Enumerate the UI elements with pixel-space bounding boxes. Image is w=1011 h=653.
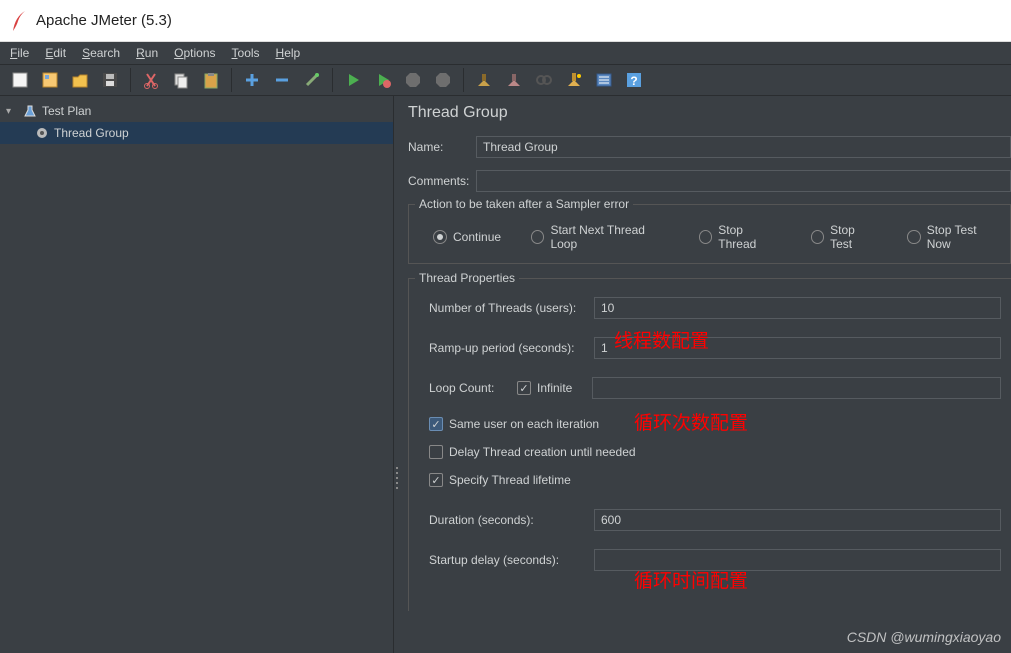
loop-input[interactable] bbox=[592, 377, 1001, 399]
toolbar: ? bbox=[0, 64, 1011, 96]
startup-delay-label: Startup delay (seconds): bbox=[429, 553, 594, 567]
window-title: Apache JMeter (5.3) bbox=[36, 12, 172, 29]
thread-props-fieldset: Thread Properties Number of Threads (use… bbox=[408, 278, 1011, 611]
function-helper-icon[interactable] bbox=[590, 66, 618, 94]
radio-stop-thread[interactable]: Stop Thread bbox=[699, 223, 781, 251]
shutdown-icon[interactable] bbox=[429, 66, 457, 94]
comments-label: Comments: bbox=[408, 174, 476, 188]
sampler-error-legend: Action to be taken after a Sampler error bbox=[415, 197, 633, 211]
thread-props-legend: Thread Properties bbox=[415, 271, 519, 285]
tree-root[interactable]: ▾ Test Plan bbox=[0, 100, 393, 122]
sameuser-checkbox[interactable] bbox=[429, 417, 443, 431]
search-icon[interactable] bbox=[530, 66, 558, 94]
toggle-icon[interactable] bbox=[298, 66, 326, 94]
stop-icon[interactable] bbox=[399, 66, 427, 94]
annotation-threads: 线程数配置 bbox=[614, 326, 709, 353]
jmeter-icon bbox=[10, 9, 28, 33]
rampup-label: Ramp-up period (seconds): bbox=[429, 341, 594, 355]
annotation-duration: 循环时间配置 bbox=[634, 566, 748, 593]
panel-title: Thread Group bbox=[408, 104, 1011, 122]
start-no-timers-icon[interactable] bbox=[369, 66, 397, 94]
copy-icon[interactable] bbox=[167, 66, 195, 94]
app-body: File Edit Search Run Options Tools Help … bbox=[0, 42, 1011, 653]
new-icon[interactable] bbox=[6, 66, 34, 94]
name-input[interactable] bbox=[476, 136, 1011, 158]
infinite-label: Infinite bbox=[537, 381, 572, 395]
help-icon[interactable]: ? bbox=[620, 66, 648, 94]
sameuser-label: Same user on each iteration bbox=[449, 417, 599, 431]
tree-child-label: Thread Group bbox=[54, 126, 129, 140]
radio-continue[interactable]: Continue bbox=[433, 223, 501, 251]
sampler-error-fieldset: Action to be taken after a Sampler error… bbox=[408, 204, 1011, 264]
flask-icon bbox=[22, 103, 38, 119]
menu-search[interactable]: Search bbox=[76, 44, 126, 62]
lifetime-label: Specify Thread lifetime bbox=[449, 473, 571, 487]
reset-search-icon[interactable] bbox=[560, 66, 588, 94]
menu-file[interactable]: File bbox=[4, 44, 35, 62]
save-icon[interactable] bbox=[96, 66, 124, 94]
config-panel: Thread Group Name: Comments: Action to b… bbox=[394, 96, 1011, 653]
paste-icon[interactable] bbox=[197, 66, 225, 94]
cut-icon[interactable] bbox=[137, 66, 165, 94]
duration-label: Duration (seconds): bbox=[429, 513, 594, 527]
start-icon[interactable] bbox=[339, 66, 367, 94]
loop-label: Loop Count: bbox=[429, 381, 517, 395]
menubar: File Edit Search Run Options Tools Help bbox=[0, 42, 1011, 64]
threads-label: Number of Threads (users): bbox=[429, 301, 594, 315]
menu-edit[interactable]: Edit bbox=[39, 44, 72, 62]
name-label: Name: bbox=[408, 140, 476, 154]
radio-stop-test-now[interactable]: Stop Test Now bbox=[907, 223, 1000, 251]
tree-panel: ▾ Test Plan Thread Group bbox=[0, 96, 394, 653]
templates-icon[interactable] bbox=[36, 66, 64, 94]
svg-text:?: ? bbox=[630, 74, 637, 88]
menu-run[interactable]: Run bbox=[130, 44, 164, 62]
radio-stop-test[interactable]: Stop Test bbox=[811, 223, 878, 251]
tree-arrow-icon[interactable]: ▾ bbox=[6, 106, 18, 117]
expand-icon[interactable] bbox=[238, 66, 266, 94]
collapse-icon[interactable] bbox=[268, 66, 296, 94]
menu-help[interactable]: Help bbox=[270, 44, 307, 62]
duration-input[interactable] bbox=[594, 509, 1001, 531]
annotation-loop: 循环次数配置 bbox=[634, 408, 748, 435]
gear-icon bbox=[34, 125, 50, 141]
tree-root-label: Test Plan bbox=[42, 104, 91, 118]
delay-checkbox[interactable] bbox=[429, 445, 443, 459]
tree-child[interactable]: Thread Group bbox=[0, 122, 393, 144]
splitter-grip[interactable] bbox=[394, 466, 400, 490]
comments-input[interactable] bbox=[476, 170, 1011, 192]
lifetime-checkbox[interactable] bbox=[429, 473, 443, 487]
infinite-checkbox[interactable] bbox=[517, 381, 531, 395]
watermark: CSDN @wumingxiaoyao bbox=[847, 629, 1001, 645]
threads-input[interactable] bbox=[594, 297, 1001, 319]
menu-tools[interactable]: Tools bbox=[226, 44, 266, 62]
menu-options[interactable]: Options bbox=[168, 44, 221, 62]
radio-start-next[interactable]: Start Next Thread Loop bbox=[531, 223, 669, 251]
delay-label: Delay Thread creation until needed bbox=[449, 445, 636, 459]
clear-all-icon[interactable] bbox=[500, 66, 528, 94]
titlebar: Apache JMeter (5.3) bbox=[0, 0, 1011, 42]
open-icon[interactable] bbox=[66, 66, 94, 94]
clear-icon[interactable] bbox=[470, 66, 498, 94]
